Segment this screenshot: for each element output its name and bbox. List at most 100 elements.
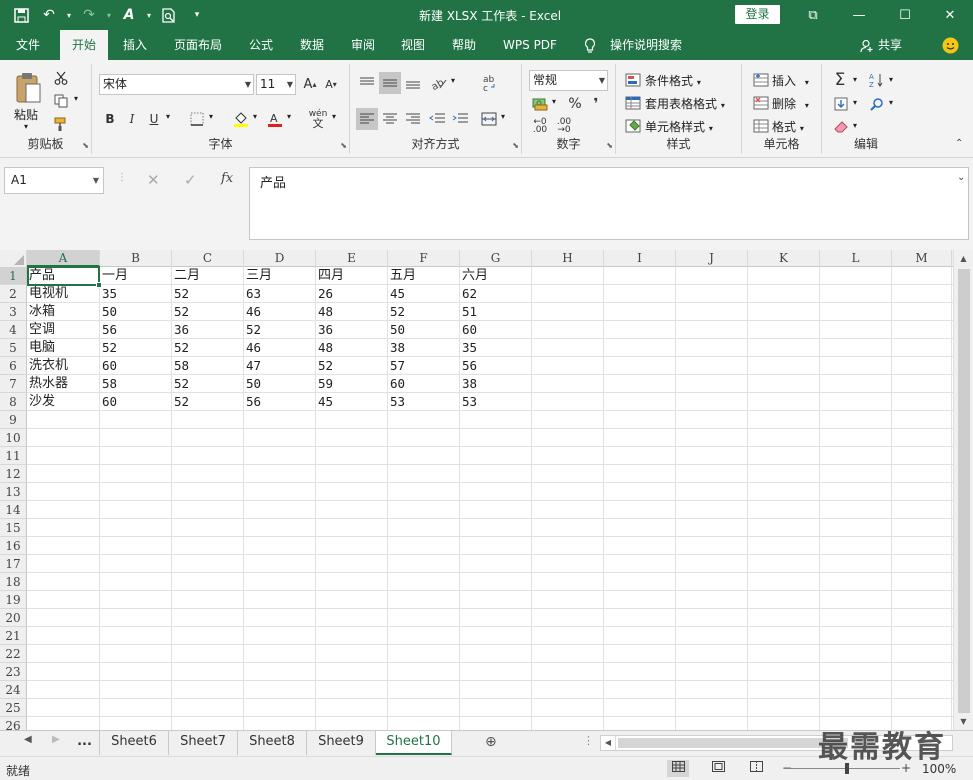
clipboard-launcher-icon[interactable]: ⬊: [82, 141, 89, 150]
cell-d1[interactable]: 三月: [244, 267, 316, 285]
format-as-table-button[interactable]: 套用表格格式 ▾: [645, 95, 725, 112]
cell-g6[interactable]: 56: [460, 357, 532, 375]
cell-c2[interactable]: 52: [172, 285, 244, 303]
number-format-combo[interactable]: 常规 ▼: [529, 70, 608, 91]
copy-dropdown-icon[interactable]: ▾: [74, 94, 78, 103]
underline-dropdown-icon[interactable]: ▾: [166, 112, 170, 121]
decrease-decimal-icon[interactable]: .00 →0: [553, 116, 575, 136]
wrap-text-icon[interactable]: ab c: [478, 70, 500, 96]
cell-a8[interactable]: 沙发: [27, 393, 100, 411]
column-header-k[interactable]: K: [748, 250, 820, 267]
row-header-23[interactable]: 23: [0, 663, 27, 681]
expand-formula-icon[interactable]: ⌄: [957, 172, 965, 183]
row-header-17[interactable]: 17: [0, 555, 27, 573]
touch-mode-icon[interactable]: A: [116, 4, 142, 26]
bold-button[interactable]: B: [100, 108, 120, 130]
copy-icon[interactable]: [50, 91, 72, 111]
column-header-d[interactable]: D: [244, 250, 316, 267]
column-header-m[interactable]: M: [892, 250, 952, 267]
column-header-a[interactable]: A: [27, 250, 100, 267]
vertical-scroll-thumb[interactable]: [958, 269, 970, 713]
cell-g1[interactable]: 六月: [460, 267, 532, 285]
more-sheets-button[interactable]: ...: [70, 731, 100, 755]
row-header-19[interactable]: 19: [0, 591, 27, 609]
column-header-g[interactable]: G: [460, 250, 532, 267]
name-box[interactable]: A1 ▼: [4, 167, 104, 194]
touch-dropdown-icon[interactable]: ▾: [144, 4, 154, 26]
fill-dropdown-icon[interactable]: ▾: [853, 98, 857, 107]
paste-button[interactable]: 粘贴: [14, 106, 38, 123]
format-painter-icon[interactable]: [50, 114, 72, 134]
undo-icon[interactable]: ↶: [36, 4, 62, 26]
cell-e2[interactable]: 26: [316, 285, 388, 303]
orientation-icon[interactable]: ab: [428, 72, 450, 94]
cell-c3[interactable]: 52: [172, 303, 244, 321]
customize-qat-icon[interactable]: ▾: [184, 4, 210, 26]
cell-b7[interactable]: 58: [100, 375, 172, 393]
collapse-ribbon-icon[interactable]: ⌃: [955, 138, 963, 149]
cell-g8[interactable]: 53: [460, 393, 532, 411]
cell-a2[interactable]: 电视机: [27, 285, 100, 303]
cell-b2[interactable]: 35: [100, 285, 172, 303]
autosum-dropdown-icon[interactable]: ▾: [853, 75, 857, 84]
accounting-dropdown-icon[interactable]: ▾: [552, 97, 556, 106]
row-header-15[interactable]: 15: [0, 519, 27, 537]
insert-cells-button[interactable]: 插入 ▾: [772, 72, 809, 89]
row-header-26[interactable]: 26: [0, 717, 27, 730]
align-bottom-icon[interactable]: [402, 72, 424, 94]
row-header-3[interactable]: 3: [0, 303, 27, 321]
page-break-view-icon[interactable]: [745, 760, 767, 777]
row-header-16[interactable]: 16: [0, 537, 27, 555]
row-header-20[interactable]: 20: [0, 609, 27, 627]
share-button[interactable]: 共享: [878, 30, 902, 60]
cell-b5[interactable]: 52: [100, 339, 172, 357]
find-dropdown-icon[interactable]: ▾: [889, 98, 893, 107]
cell-f8[interactable]: 53: [388, 393, 460, 411]
scroll-up-icon[interactable]: ▲: [954, 250, 973, 267]
align-middle-icon[interactable]: [379, 72, 401, 94]
cell-e6[interactable]: 52: [316, 357, 388, 375]
undo-dropdown-icon[interactable]: ▾: [64, 4, 74, 26]
tab-insert[interactable]: 插入: [112, 30, 158, 60]
column-header-f[interactable]: F: [388, 250, 460, 267]
borders-dropdown-icon[interactable]: ▾: [209, 112, 213, 121]
share-user-icon[interactable]: [860, 30, 874, 60]
cell-a4[interactable]: 空调: [27, 321, 100, 339]
row-header-22[interactable]: 22: [0, 645, 27, 663]
tell-me-search[interactable]: 操作说明搜索: [610, 30, 682, 60]
cell-styles-button[interactable]: 单元格样式 ▾: [645, 118, 713, 135]
merge-dropdown-icon[interactable]: ▾: [501, 112, 505, 121]
paste-icon[interactable]: [10, 68, 46, 108]
cell-f5[interactable]: 38: [388, 339, 460, 357]
save-icon[interactable]: [8, 4, 34, 26]
formula-input[interactable]: 产品: [249, 167, 969, 240]
cell-c4[interactable]: 36: [172, 321, 244, 339]
row-header-5[interactable]: 5: [0, 339, 27, 357]
cell-a6[interactable]: 洗衣机: [27, 357, 100, 375]
cell-g2[interactable]: 62: [460, 285, 532, 303]
sheet-tab-sheet7[interactable]: Sheet7: [169, 731, 238, 755]
login-button[interactable]: 登录: [735, 5, 780, 24]
row-header-18[interactable]: 18: [0, 573, 27, 591]
cell-e4[interactable]: 36: [316, 321, 388, 339]
tab-split-icon[interactable]: ⋮: [583, 734, 594, 747]
normal-view-icon[interactable]: [667, 760, 689, 777]
maximize-button[interactable]: ☐: [882, 0, 928, 30]
confirm-entry-icon[interactable]: ✓: [184, 171, 197, 189]
cancel-entry-icon[interactable]: ✕: [147, 171, 160, 189]
align-right-icon[interactable]: [402, 108, 424, 130]
merge-center-icon[interactable]: [478, 108, 500, 130]
font-color-dropdown-icon[interactable]: ▾: [287, 112, 291, 121]
cell-b3[interactable]: 50: [100, 303, 172, 321]
increase-decimal-icon[interactable]: ←0.00: [529, 116, 551, 136]
cell-f6[interactable]: 57: [388, 357, 460, 375]
font-launcher-icon[interactable]: ⬊: [340, 141, 347, 150]
alignment-launcher-icon[interactable]: ⬊: [512, 141, 519, 150]
borders-icon[interactable]: [186, 108, 208, 130]
row-header-12[interactable]: 12: [0, 465, 27, 483]
column-header-b[interactable]: B: [100, 250, 172, 267]
fill-down-icon[interactable]: [830, 93, 852, 115]
cell-a5[interactable]: 电脑: [27, 339, 100, 357]
row-header-25[interactable]: 25: [0, 699, 27, 717]
cell-d5[interactable]: 46: [244, 339, 316, 357]
